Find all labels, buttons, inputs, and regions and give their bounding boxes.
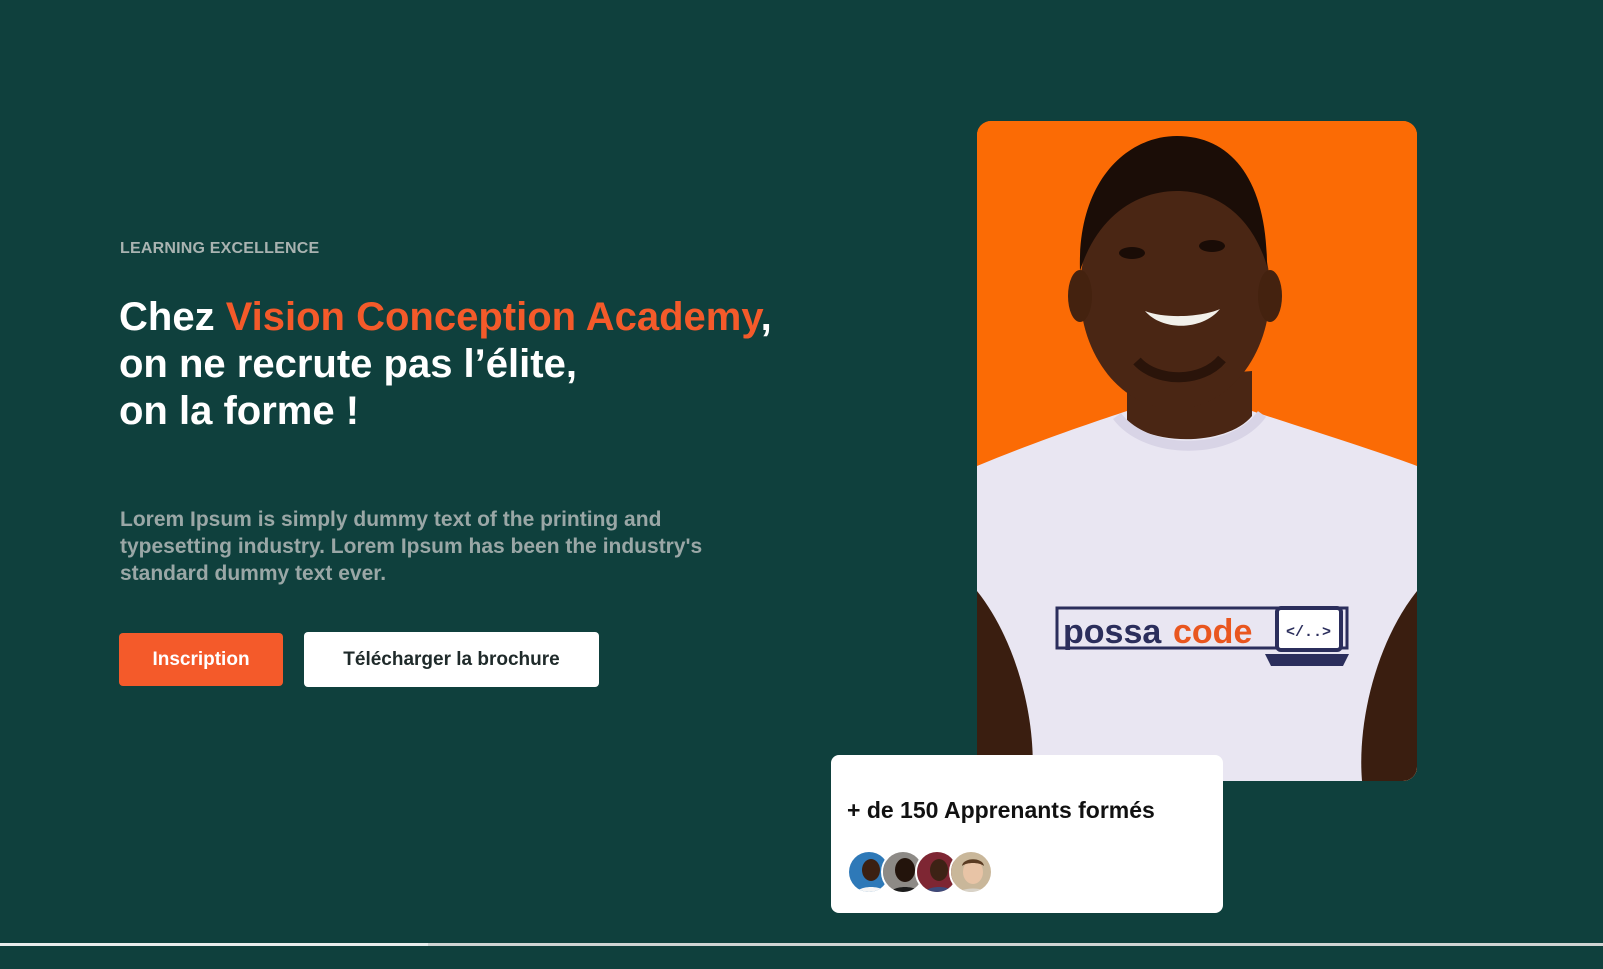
- download-brochure-button[interactable]: Télécharger la brochure: [304, 632, 599, 687]
- headline-suffix: ,: [760, 295, 772, 339]
- learners-count-title: + de 150 Apprenants formés: [847, 797, 1155, 823]
- inscription-button[interactable]: Inscription: [119, 633, 283, 686]
- horizontal-scrollbar[interactable]: [0, 943, 1603, 946]
- shirt-logo-code: </..>: [1286, 624, 1331, 641]
- avatar-group: [847, 850, 1007, 898]
- hero-description: Lorem Ipsum is simply dummy text of the …: [120, 508, 703, 585]
- landing-page: LEARNING EXCELLENCE Chez Vision Concepti…: [0, 0, 1603, 969]
- headline-line2: on ne recrute pas l’élite,: [119, 342, 577, 386]
- hero-photo: possa code </..>: [977, 121, 1417, 781]
- hero-headline: Chez Vision Conception Academy, on ne re…: [119, 294, 839, 435]
- shirt-logo-text-2: code: [1173, 613, 1252, 651]
- headline-prefix: Chez: [119, 295, 226, 339]
- learners-stats-card: + de 150 Apprenants formés: [831, 755, 1223, 913]
- avatar: [949, 850, 993, 894]
- eyebrow-label: LEARNING EXCELLENCE: [120, 240, 320, 257]
- scrollbar-thumb[interactable]: [0, 943, 428, 946]
- shirt-logo-text-1: possa: [1063, 613, 1162, 651]
- student-portrait-image: possa code </..>: [977, 121, 1417, 781]
- headline-line3: on la forme !: [119, 389, 360, 433]
- headline-accent: Vision Conception Academy: [225, 295, 761, 339]
